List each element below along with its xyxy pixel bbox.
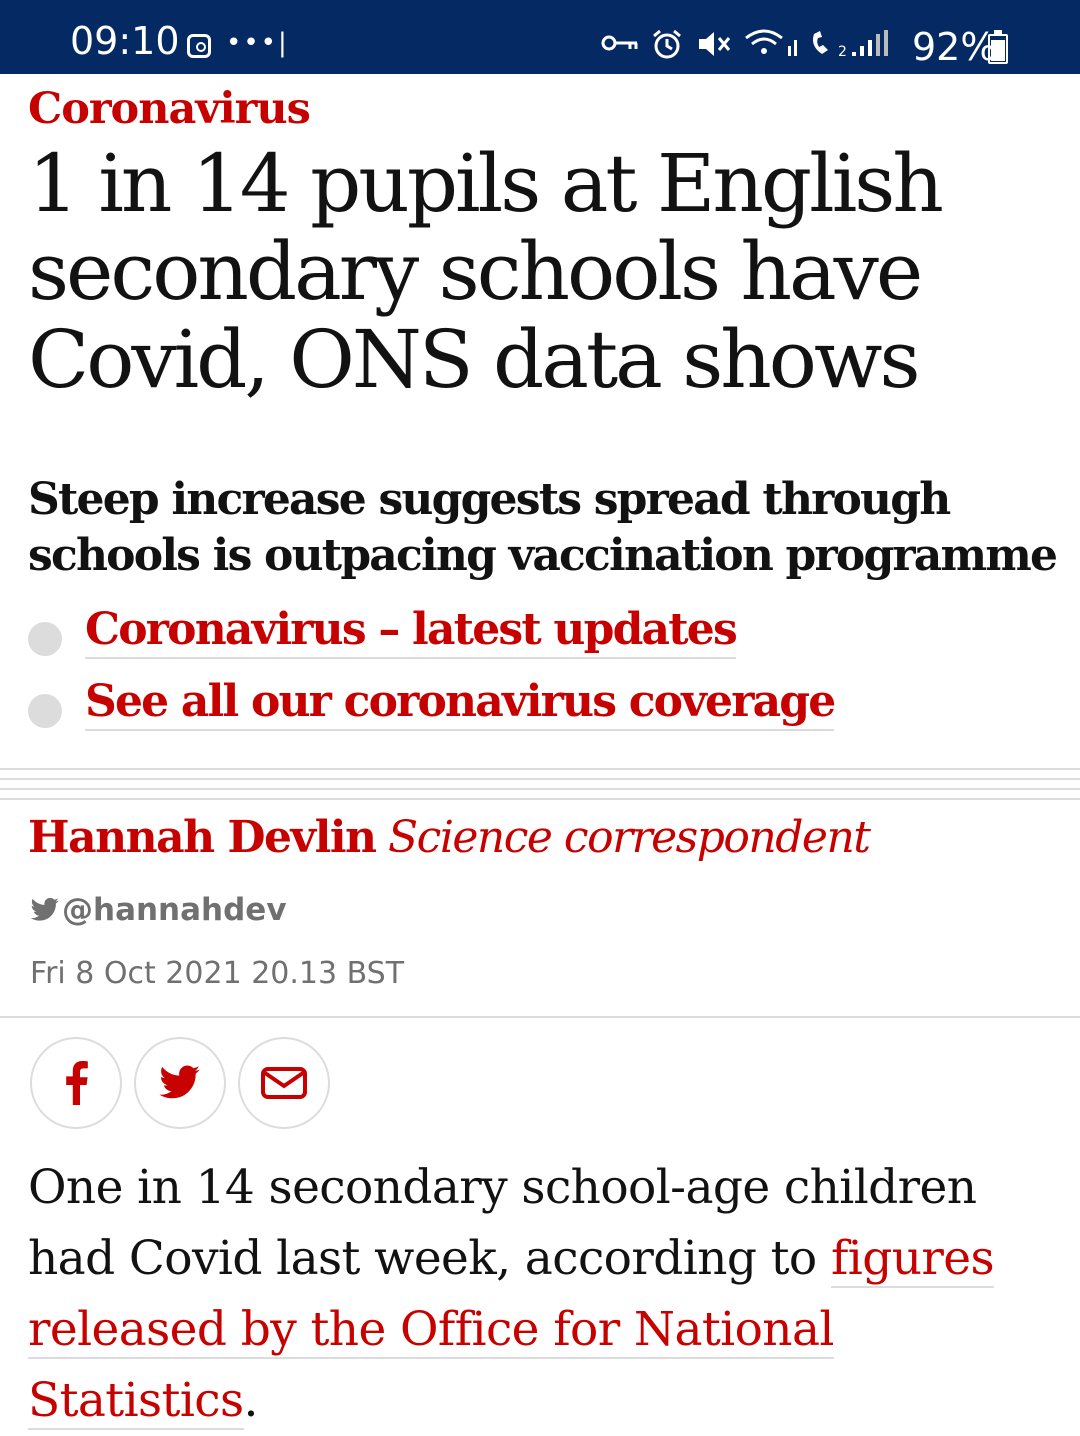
vpn-key-icon [601,35,638,51]
share-facebook-button[interactable] [30,1037,122,1129]
latest-updates-link[interactable]: Coronavirus – latest updates [85,604,738,659]
bullet-icon [28,694,62,728]
twitter-bird-icon [30,897,59,921]
standfirst: Steep increase suggests spread through s… [28,474,1058,581]
battery-icon [988,30,1008,64]
notification-icon [187,34,211,58]
byline: Hannah Devlin Science correspondent [28,812,871,863]
twitter-handle-text: @hannahdev [62,892,287,928]
status-bar: 09:10 •••| 2 92% [0,0,1080,74]
signal-icon: 2 [813,30,888,60]
body-text-end: . [243,1373,259,1428]
divider [0,798,1080,800]
more-notifications-icon: •••| [226,28,289,58]
share-twitter-button[interactable] [134,1037,226,1129]
bullet-icon [28,622,62,656]
twitter-handle[interactable]: @hannahdev [30,892,287,928]
author-role: Science correspondent [388,812,871,863]
battery-percentage: 92% [912,25,997,69]
facebook-icon [66,1061,88,1105]
publish-date: Fri 8 Oct 2021 20.13 BST [30,956,405,991]
alarm-icon [653,29,681,59]
divider [0,778,1080,780]
author-name[interactable]: Hannah Devlin [28,812,377,863]
article-body-paragraph: One in 14 secondary school-age children … [28,1152,1068,1436]
svg-text:2: 2 [838,44,847,60]
email-icon [261,1067,307,1099]
mute-icon [699,32,731,56]
twitter-icon [159,1065,200,1099]
divider [0,768,1080,770]
divider [0,788,1080,790]
headline: 1 in 14 pupils at English secondary scho… [28,137,944,406]
section-kicker[interactable]: Coronavirus [28,84,311,134]
divider [0,1016,1080,1018]
coverage-link[interactable]: See all our coronavirus coverage [85,676,836,731]
status-time: 09:10 [70,19,180,63]
wifi-icon [745,29,797,56]
share-email-button[interactable] [238,1037,330,1129]
